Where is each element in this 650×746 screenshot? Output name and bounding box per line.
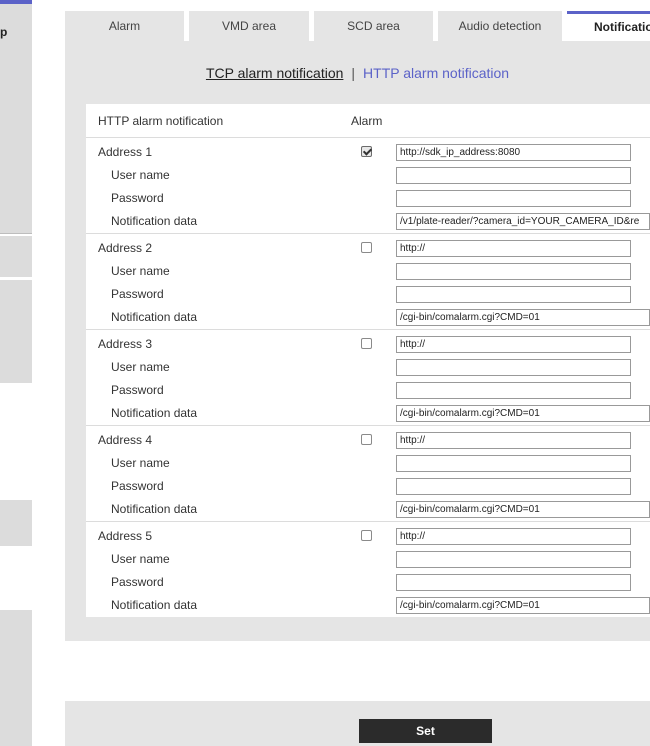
password-label: Password: [111, 191, 164, 205]
password-label: Password: [111, 383, 164, 397]
password-input-1[interactable]: [396, 190, 631, 207]
url-input-4[interactable]: [396, 432, 631, 449]
header-alarm: Alarm: [351, 114, 383, 128]
password-input-3[interactable]: [396, 382, 631, 399]
user-name-input-2[interactable]: [396, 263, 631, 280]
address-group-4: Address 4 User name Password Notificatio…: [86, 426, 650, 522]
http-notification-table: HTTP alarm notification Alarm Address 1 …: [86, 104, 650, 617]
main-panel: TCP alarm notification | HTTP alarm notifi…: [65, 41, 650, 641]
address-label: Address 1: [98, 145, 153, 159]
tab-vmd-area[interactable]: VMD area: [189, 11, 309, 41]
password-input-4[interactable]: [396, 478, 631, 495]
url-input-1[interactable]: [396, 144, 631, 161]
user-name-input-3[interactable]: [396, 359, 631, 376]
notification-data-input-4[interactable]: [396, 501, 650, 518]
sidebar-item-active[interactable]: p: [0, 4, 32, 233]
notification-data-label: Notification data: [111, 310, 198, 324]
alarm-checkbox-1[interactable]: [361, 146, 372, 157]
link-separator: |: [351, 65, 356, 81]
tab-scd-area[interactable]: SCD area: [314, 11, 433, 41]
address-group-5: Address 5 User name Password Notificatio…: [86, 522, 650, 617]
user-name-label: User name: [111, 360, 170, 374]
password-label: Password: [111, 287, 164, 301]
address-group-2: Address 2 User name Password Notificatio…: [86, 234, 650, 330]
address-label: Address 5: [98, 529, 153, 543]
alarm-checkbox-2[interactable]: [361, 242, 372, 253]
tab-alarm[interactable]: Alarm: [65, 11, 184, 41]
url-input-5[interactable]: [396, 528, 631, 545]
tab-bar: Alarm VMD area SCD area Audio detection …: [65, 11, 650, 41]
sidebar-item[interactable]: [0, 500, 32, 546]
address-group-1: Address 1 User name Password Notificatio…: [86, 138, 650, 234]
address-label: Address 3: [98, 337, 153, 351]
user-name-label: User name: [111, 168, 170, 182]
alarm-checkbox-3[interactable]: [361, 338, 372, 349]
url-input-3[interactable]: [396, 336, 631, 353]
address-group-3: Address 3 User name Password Notificatio…: [86, 330, 650, 426]
user-name-input-1[interactable]: [396, 167, 631, 184]
sidebar-divider: [0, 233, 32, 234]
password-label: Password: [111, 479, 164, 493]
sidebar-item[interactable]: [0, 236, 32, 277]
notification-data-input-3[interactable]: [396, 405, 650, 422]
address-label: Address 2: [98, 241, 153, 255]
notification-data-label: Notification data: [111, 406, 198, 420]
notification-data-label: Notification data: [111, 214, 198, 228]
notification-data-label: Notification data: [111, 598, 198, 612]
user-name-label: User name: [111, 264, 170, 278]
sidebar-item-label: p: [0, 25, 8, 39]
tcp-alarm-notification-link[interactable]: TCP alarm notification: [206, 65, 343, 81]
password-input-5[interactable]: [396, 574, 631, 591]
notification-data-input-5[interactable]: [396, 597, 650, 614]
sidebar-item[interactable]: [0, 610, 32, 746]
address-label: Address 4: [98, 433, 153, 447]
alarm-checkbox-5[interactable]: [361, 530, 372, 541]
notification-data-input-2[interactable]: [396, 309, 650, 326]
user-name-label: User name: [111, 456, 170, 470]
tab-notification[interactable]: Notification: [567, 11, 650, 38]
url-input-2[interactable]: [396, 240, 631, 257]
footer-bar: Set: [65, 701, 650, 746]
notification-type-links: TCP alarm notification | HTTP alarm notifi…: [65, 65, 650, 81]
password-input-2[interactable]: [396, 286, 631, 303]
sidebar-item[interactable]: [0, 280, 32, 383]
user-name-label: User name: [111, 552, 170, 566]
tab-audio-detection[interactable]: Audio detection: [438, 11, 562, 41]
table-header: HTTP alarm notification Alarm: [86, 104, 650, 138]
header-http-alarm-notification: HTTP alarm notification: [98, 114, 224, 128]
user-name-input-4[interactable]: [396, 455, 631, 472]
notification-data-input-1[interactable]: [396, 213, 650, 230]
set-button[interactable]: Set: [359, 719, 492, 743]
notification-data-label: Notification data: [111, 502, 198, 516]
http-alarm-notification-link[interactable]: HTTP alarm notification: [363, 65, 509, 81]
alarm-checkbox-4[interactable]: [361, 434, 372, 445]
sidebar: p: [0, 0, 32, 746]
user-name-input-5[interactable]: [396, 551, 631, 568]
password-label: Password: [111, 575, 164, 589]
